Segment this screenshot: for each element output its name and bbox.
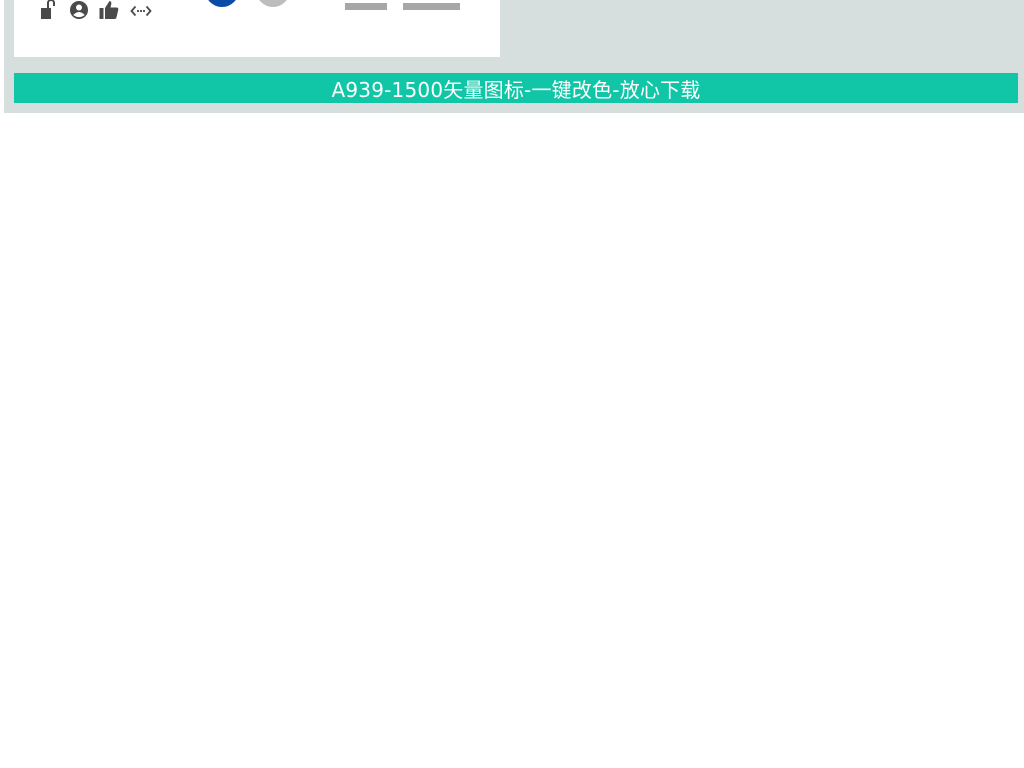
placeholder-line (403, 3, 460, 10)
caption-text: A939-1500矢量图标-一键改色-放心下载 (331, 77, 701, 102)
account-circle-icon (68, 0, 90, 22)
color-swatch-gray (256, 0, 290, 7)
lock-open-icon (38, 0, 60, 22)
code-brackets-icon (130, 0, 152, 22)
thumbs-up-icon (99, 0, 121, 22)
color-swatch-blue (205, 0, 239, 7)
preview-frame: A939-1500矢量图标-一键改色-放心下载 (4, 0, 1024, 113)
placeholder-line (345, 3, 387, 10)
caption-banner: A939-1500矢量图标-一键改色-放心下载 (14, 73, 1018, 103)
icon-preview-card (14, 0, 500, 57)
